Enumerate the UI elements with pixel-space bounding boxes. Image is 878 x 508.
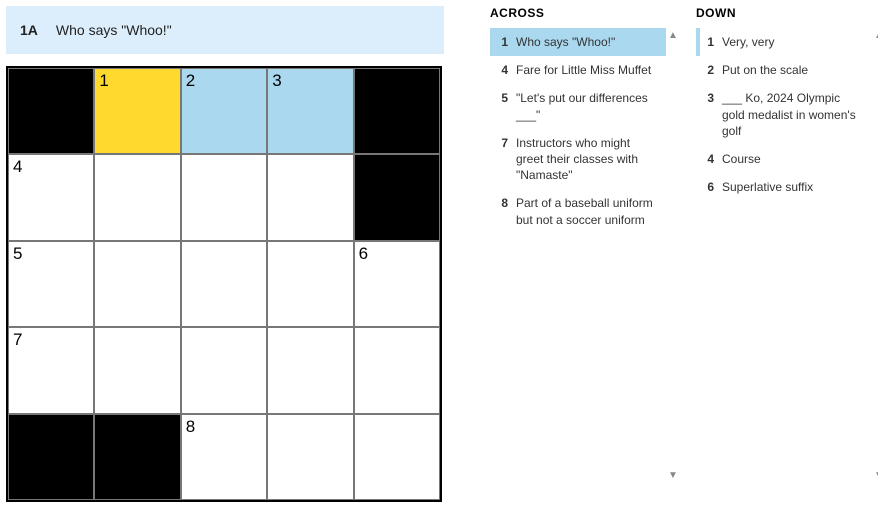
down-clue-item[interactable]: 4Course <box>696 145 872 173</box>
down-clue-item[interactable]: 2Put on the scale <box>696 56 872 84</box>
cell-number: 4 <box>13 157 22 177</box>
cell-number: 5 <box>13 244 22 264</box>
cell-number: 2 <box>186 71 195 91</box>
current-clue-bar: 1A Who says "Whoo!" <box>6 6 444 54</box>
grid-cell[interactable] <box>354 414 440 500</box>
grid-cell[interactable]: 3 <box>267 68 353 154</box>
grid-cell[interactable] <box>267 414 353 500</box>
across-clue-item[interactable]: 1Who says "Whoo!" <box>490 28 666 56</box>
across-column: ACROSS 1Who says "Whoo!"4Fare for Little… <box>490 6 666 234</box>
across-scroll-down[interactable]: ▼ <box>666 468 680 482</box>
cell-number: 3 <box>272 71 281 91</box>
grid-cell <box>8 68 94 154</box>
grid-cell <box>354 68 440 154</box>
down-clue-item[interactable]: 3___ Ko, 2024 Olympic gold medalist in w… <box>696 84 872 145</box>
grid-cell[interactable]: 1 <box>94 68 180 154</box>
clue-number: 3 <box>700 90 722 139</box>
down-column: DOWN 1Very, very2Put on the scale3___ Ko… <box>696 6 872 201</box>
current-clue-number: 1A <box>20 22 38 38</box>
grid-cell[interactable]: 6 <box>354 241 440 327</box>
grid-cell[interactable]: 4 <box>8 154 94 240</box>
grid-cell[interactable] <box>94 241 180 327</box>
clue-number: 2 <box>700 62 722 78</box>
grid-cell[interactable] <box>181 154 267 240</box>
across-clue-item[interactable]: 7Instructors who might greet their class… <box>490 129 666 190</box>
across-scroll-up[interactable]: ▲ <box>666 28 680 42</box>
clue-text: Superlative suffix <box>722 179 866 195</box>
cell-number: 8 <box>186 417 195 437</box>
clue-number: 1 <box>494 34 516 50</box>
across-clue-item[interactable]: 5"Let's put our differences ___" <box>490 84 666 128</box>
crossword-grid[interactable]: 1 2 3 4 5 6 7 8 <box>6 66 442 502</box>
grid-cell[interactable] <box>181 327 267 413</box>
across-clue-list: 1Who says "Whoo!"4Fare for Little Miss M… <box>490 28 666 234</box>
down-scroll-down[interactable]: ▼ <box>872 468 878 482</box>
grid-cell <box>94 414 180 500</box>
clue-number: 4 <box>700 151 722 167</box>
grid-cell[interactable] <box>94 327 180 413</box>
clue-text: Part of a baseball uniform but not a soc… <box>516 195 660 227</box>
cell-number: 1 <box>99 71 108 91</box>
grid-cell[interactable] <box>267 154 353 240</box>
clue-text: ___ Ko, 2024 Olympic gold medalist in wo… <box>722 90 866 139</box>
grid-cell[interactable]: 7 <box>8 327 94 413</box>
down-clue-list: 1Very, very2Put on the scale3___ Ko, 202… <box>696 28 872 201</box>
clue-text: Fare for Little Miss Muffet <box>516 62 660 78</box>
clue-number: 1 <box>700 34 722 50</box>
across-heading: ACROSS <box>490 6 666 20</box>
grid-cell[interactable]: 8 <box>181 414 267 500</box>
clue-text: Very, very <box>722 34 866 50</box>
down-clue-item[interactable]: 1Very, very <box>696 28 872 56</box>
across-clue-item[interactable]: 4Fare for Little Miss Muffet <box>490 56 666 84</box>
down-scroll-up[interactable]: ▲ <box>872 28 878 42</box>
down-heading: DOWN <box>696 6 872 20</box>
grid-cell[interactable]: 2 <box>181 68 267 154</box>
clue-number: 6 <box>700 179 722 195</box>
current-clue-text: Who says "Whoo!" <box>56 22 172 38</box>
grid-cell[interactable] <box>181 241 267 327</box>
grid-cell[interactable] <box>267 241 353 327</box>
clue-number: 8 <box>494 195 516 227</box>
clue-text: Who says "Whoo!" <box>516 34 660 50</box>
clue-number: 5 <box>494 90 516 122</box>
clue-text: Instructors who might greet their classe… <box>516 135 660 184</box>
cell-number: 7 <box>13 330 22 350</box>
grid-cell[interactable]: 5 <box>8 241 94 327</box>
across-clue-item[interactable]: 8Part of a baseball uniform but not a so… <box>490 189 666 233</box>
grid-cell[interactable] <box>267 327 353 413</box>
grid-cell <box>8 414 94 500</box>
clue-text: Course <box>722 151 866 167</box>
cell-number: 6 <box>359 244 368 264</box>
clue-text: "Let's put our differences ___" <box>516 90 660 122</box>
grid-cell[interactable] <box>354 327 440 413</box>
clue-number: 7 <box>494 135 516 184</box>
clue-text: Put on the scale <box>722 62 866 78</box>
clue-number: 4 <box>494 62 516 78</box>
down-clue-item[interactable]: 6Superlative suffix <box>696 173 872 201</box>
grid-cell[interactable] <box>94 154 180 240</box>
grid-cell <box>354 154 440 240</box>
